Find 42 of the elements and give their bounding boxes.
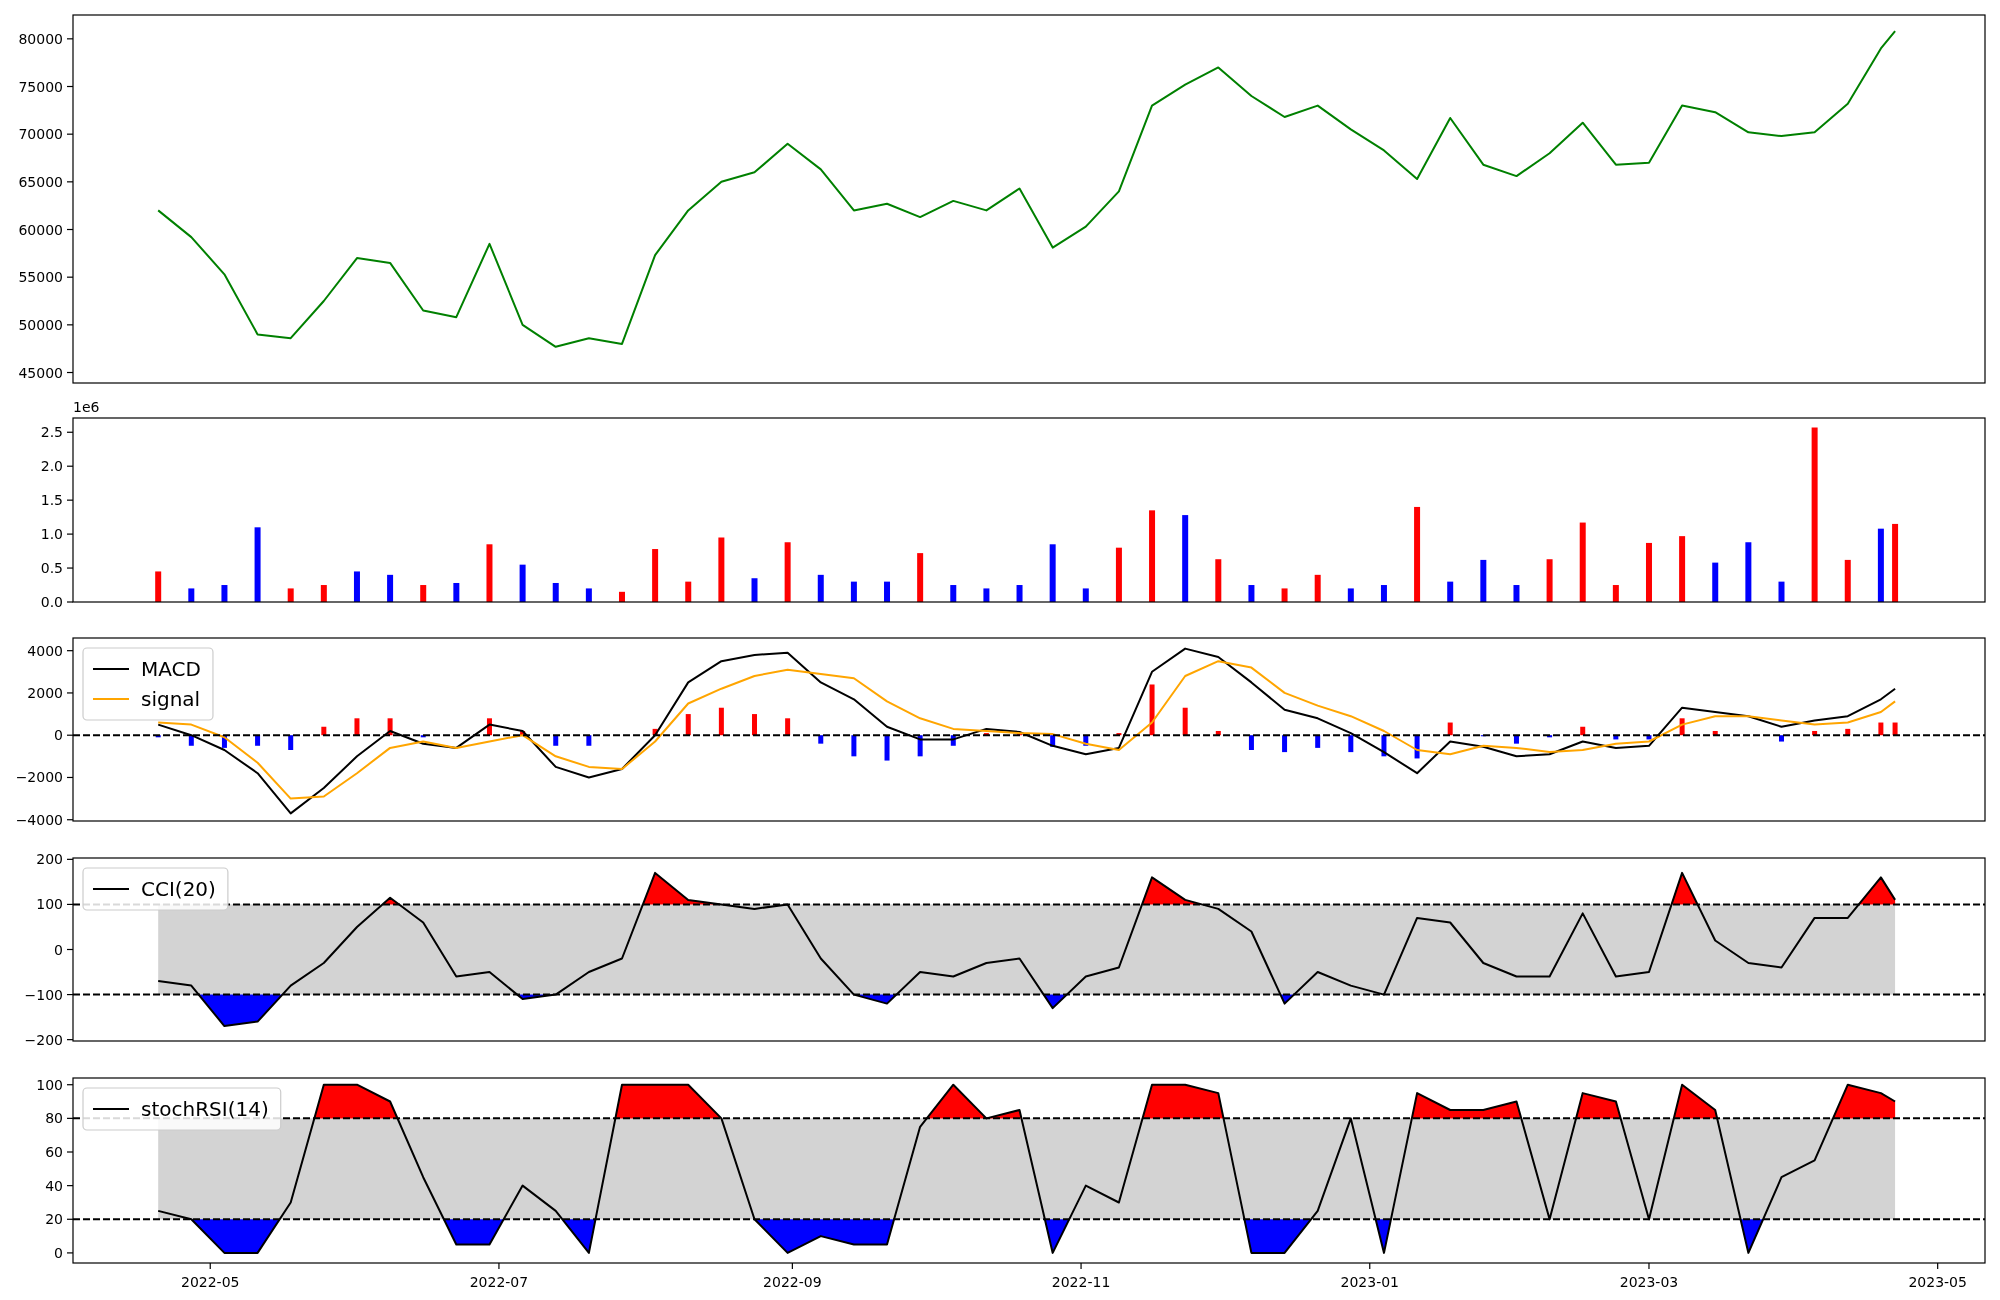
y-tick-label: 100	[36, 896, 63, 913]
y-tick-label: 70000	[18, 126, 63, 143]
y-tick-label: −4000	[15, 811, 63, 828]
y-tick-label: 4000	[27, 642, 63, 659]
x-tick-label: 2022-09	[763, 1274, 822, 1290]
x-tick-label: 2023-01	[1340, 1274, 1399, 1290]
y-tick-label: 2000	[27, 684, 63, 701]
y-tick-label: 20	[45, 1211, 63, 1228]
y-tick-label: 0	[54, 727, 63, 744]
y-tick-label: 1.5	[40, 492, 63, 509]
legend-label: CCI(20)	[141, 877, 216, 901]
y-tick-label: 55000	[18, 269, 63, 286]
y-tick-label: 0.5	[40, 560, 63, 577]
y-tick-label: 1.0	[40, 526, 63, 543]
legend-label: stochRSI(14)	[141, 1097, 269, 1121]
y-tick-label: 45000	[18, 364, 63, 381]
y-tick-label: −100	[24, 986, 63, 1003]
y-tick-label: 2.5	[40, 424, 63, 441]
legend-label: MACD	[141, 657, 201, 681]
y-tick-label: −200	[24, 1031, 63, 1048]
y-tick-label: −2000	[15, 769, 63, 786]
legend-label: signal	[141, 687, 201, 711]
y-tick-label: 40	[45, 1177, 63, 1194]
y-tick-label: 65000	[18, 173, 63, 190]
y-tick-label: 50000	[18, 316, 63, 333]
x-tick-label: 2022-11	[1051, 1274, 1111, 1290]
y-tick-label: 100	[36, 1076, 63, 1093]
y-tick-label: 80000	[18, 30, 63, 47]
y-tick-label: 0	[54, 941, 63, 958]
x-tick-label: 2023-05	[1908, 1274, 1967, 1290]
y-tick-label: 75000	[18, 78, 63, 95]
y-tick-label: 60000	[18, 221, 63, 238]
y-tick-label: 80	[45, 1110, 63, 1127]
x-tick-label: 2023-03	[1619, 1274, 1679, 1290]
y-tick-label: 200	[36, 851, 63, 868]
y-tick-label: 60	[45, 1144, 63, 1160]
y-tick-label: 2.0	[40, 458, 63, 475]
y-tick-label: 0	[54, 1244, 63, 1261]
x-tick-label: 2022-05	[181, 1274, 240, 1290]
x-tick-label: 2022-07	[469, 1274, 529, 1290]
axis-offset-label: 1e6	[73, 400, 100, 415]
y-tick-label: 0.0	[40, 594, 63, 610]
